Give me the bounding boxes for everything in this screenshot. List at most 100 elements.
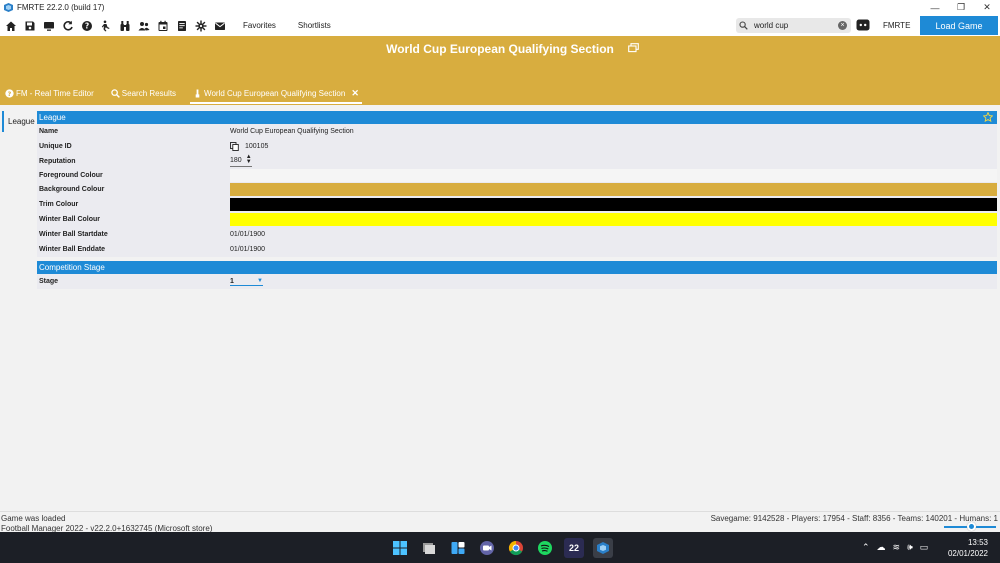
chevron-down-icon: ▼ <box>257 278 263 284</box>
reputation-text: 180 <box>230 156 242 164</box>
minimize-button[interactable]: — <box>922 0 948 15</box>
tab-label: World Cup European Qualifying Section <box>204 88 346 98</box>
tab-label: FM - Real Time Editor <box>16 88 94 98</box>
stage-dropdown[interactable]: 1 ▼ <box>230 278 263 286</box>
teams-chat-icon[interactable] <box>477 538 497 558</box>
foreground-colour-swatch[interactable] <box>230 168 997 182</box>
field-label: Unique ID <box>39 143 72 150</box>
row-reputation: Reputation 180 ▲ ▼ <box>37 154 997 168</box>
close-window-button[interactable]: ✕ <box>974 0 1000 15</box>
spin-arrows-icon[interactable]: ▲ ▼ <box>246 154 252 165</box>
row-winter-ball-enddate: Winter Ball Enddate 01/01/1900 <box>37 242 997 257</box>
notes-icon[interactable] <box>172 16 191 35</box>
taskbar: 22 ⌃ ☁ ≋ 🕪 ▭ 13:53 02/01/2022 <box>0 532 1000 563</box>
background-colour-value <box>230 182 997 197</box>
copy-icon[interactable] <box>230 142 239 151</box>
fmrte-app-icon <box>3 2 14 13</box>
name-value[interactable]: World Cup European Qualifying Section <box>230 124 997 139</box>
savegame-stats: Savegame: 9142528 - Players: 17954 - Sta… <box>710 514 998 523</box>
discord-icon[interactable] <box>856 18 870 32</box>
fmrte-link[interactable]: FMRTE <box>883 21 910 30</box>
winter-ball-colour-value <box>230 212 997 227</box>
battery-icon[interactable]: ▭ <box>920 542 929 553</box>
field-label: Background Colour <box>39 186 105 193</box>
row-background-colour: Background Colour <box>37 182 997 197</box>
binoculars-icon[interactable] <box>115 16 134 35</box>
enddate-value[interactable]: 01/01/1900 <box>230 242 997 257</box>
league-section-header: League <box>37 111 997 124</box>
tab-world-cup-european-qualifying[interactable]: World Cup European Qualifying Section ✕ <box>190 85 362 104</box>
clock-time: 13:53 <box>967 538 988 547</box>
side-tab-league[interactable]: League <box>2 111 35 132</box>
row-unique-id: Unique ID 100105 <box>37 139 997 154</box>
window-title: FMRTE 22.2.0 (build 17) <box>17 3 105 12</box>
fm22-icon[interactable]: 22 <box>564 538 584 558</box>
field-label: Winter Ball Startdate <box>39 231 108 238</box>
stage-text: 1 <box>230 277 234 285</box>
search-box: × <box>736 18 851 33</box>
tab-fm-real-time-editor[interactable]: ? FM - Real Time Editor <box>2 85 97 101</box>
home-icon[interactable] <box>1 16 20 35</box>
background-colour-swatch[interactable] <box>230 183 997 196</box>
competition-stage-header: Competition Stage <box>37 261 997 274</box>
load-game-button[interactable]: Load Game <box>920 16 998 35</box>
title-bar: FMRTE 22.2.0 (build 17) — ❐ ✕ <box>0 0 1000 15</box>
maximize-button[interactable]: ❐ <box>948 0 974 15</box>
svg-text:?: ? <box>84 21 88 30</box>
chevron-up-icon[interactable]: ⌃ <box>862 542 870 553</box>
shortlists-link[interactable]: Shortlists <box>298 21 331 30</box>
windows-start-icon[interactable] <box>390 538 410 558</box>
people-icon[interactable] <box>134 16 153 35</box>
open-window-icon[interactable] <box>628 43 639 53</box>
monitor-icon[interactable] <box>39 16 58 35</box>
main-content: League Name World Cup European Qualifyin… <box>37 111 997 289</box>
foreground-colour-value <box>230 168 997 182</box>
fmrte-icon[interactable] <box>593 538 613 558</box>
trim-colour-value <box>230 197 997 212</box>
mail-icon[interactable] <box>210 16 229 35</box>
field-label: Trim Colour <box>39 201 79 208</box>
close-tab-icon[interactable]: ✕ <box>351 88 359 99</box>
taskbar-apps: 22 <box>390 538 622 558</box>
walker-icon[interactable] <box>96 16 115 35</box>
chrome-icon[interactable] <box>506 538 526 558</box>
fm22-label: 22 <box>568 543 579 553</box>
trim-colour-swatch[interactable] <box>230 198 997 211</box>
window-controls: — ❐ ✕ <box>922 0 1000 15</box>
unique-id-value: 100105 <box>230 139 997 154</box>
calendar-icon[interactable] <box>153 16 172 35</box>
trophy-icon <box>195 88 200 98</box>
tab-search-results[interactable]: Search Results <box>108 85 179 101</box>
clear-search-icon[interactable]: × <box>838 21 847 30</box>
cloud-icon[interactable]: ☁ <box>877 542 886 553</box>
favorites-link[interactable]: Favorites <box>243 21 276 30</box>
widgets-icon[interactable] <box>448 538 468 558</box>
unique-id-text: 100105 <box>245 143 269 150</box>
help-icon[interactable]: ? <box>77 16 96 35</box>
row-winter-ball-colour: Winter Ball Colour <box>37 212 997 227</box>
file-explorer-icon[interactable] <box>419 538 439 558</box>
search-icon <box>736 21 750 30</box>
search-input[interactable] <box>754 21 834 30</box>
status-message: Game was loaded <box>1 514 66 523</box>
winter-ball-colour-swatch[interactable] <box>230 213 997 226</box>
tab-label: Search Results <box>121 88 177 98</box>
wifi-icon[interactable]: ≋ <box>893 542 901 553</box>
save-icon[interactable] <box>20 16 39 35</box>
clock[interactable]: 13:53 02/01/2022 <box>948 537 988 559</box>
spotify-icon[interactable] <box>535 538 555 558</box>
row-name: Name World Cup European Qualifying Secti… <box>37 124 997 139</box>
stage-value: 1 ▼ <box>230 274 997 289</box>
refresh-icon[interactable] <box>58 16 77 35</box>
clock-date: 02/01/2022 <box>947 549 988 558</box>
volume-icon[interactable]: 🕪 <box>907 542 913 553</box>
zoom-slider-handle[interactable] <box>967 522 976 531</box>
league-rows: Name World Cup European Qualifying Secti… <box>37 124 997 257</box>
reputation-stepper[interactable]: 180 ▲ ▼ <box>230 154 252 167</box>
section-title: Competition Stage <box>39 263 105 272</box>
gear-icon[interactable] <box>191 16 210 35</box>
startdate-value[interactable]: 01/01/1900 <box>230 227 997 242</box>
page-title: World Cup European Qualifying Section <box>386 42 614 56</box>
field-label: Foreground Colour <box>39 171 103 179</box>
star-icon[interactable] <box>982 111 994 123</box>
